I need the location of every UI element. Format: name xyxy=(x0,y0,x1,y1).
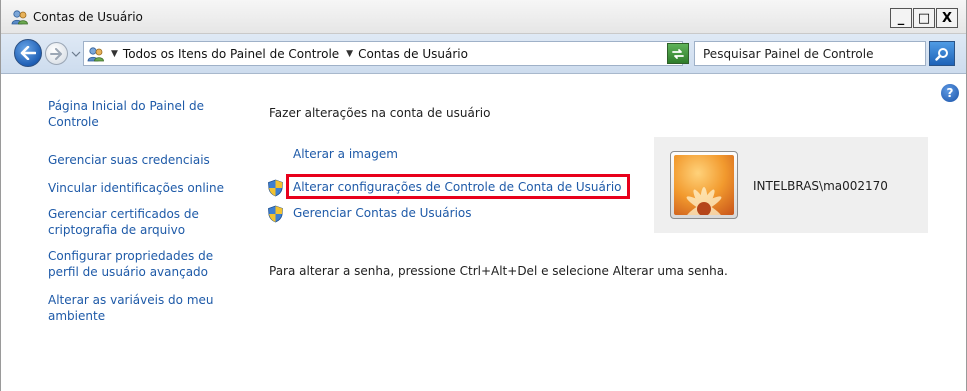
password-note: Para alterar a senha, pressione Ctrl+Alt… xyxy=(269,264,728,278)
flower-picture-icon xyxy=(674,155,734,215)
window-controls: _ □ X xyxy=(890,8,958,28)
uac-shield-icon xyxy=(268,205,283,223)
change-picture-link[interactable]: Alterar a imagem xyxy=(293,147,398,161)
search-input[interactable]: Pesquisar Painel de Controle xyxy=(694,41,926,66)
window-title: Contas de Usuário xyxy=(33,10,143,24)
breadcrumb[interactable]: ▼ Todos os Itens do Painel de Controle ▼… xyxy=(83,41,683,66)
uac-shield-icon xyxy=(268,179,283,197)
sidebar-item-link-online-ids[interactable]: Vincular identificações online xyxy=(48,180,238,196)
breadcrumb-separator-icon[interactable]: ▼ xyxy=(346,49,353,59)
highlight-box xyxy=(286,174,630,199)
search-button[interactable] xyxy=(929,41,955,66)
close-button[interactable]: X xyxy=(936,8,958,28)
page-heading: Fazer alterações na conta de usuário xyxy=(269,106,491,120)
window: Contas de Usuário _ □ X ▼ Todos os Itens… xyxy=(0,0,967,391)
sidebar-item-manage-credentials[interactable]: Gerenciar suas credenciais xyxy=(48,152,238,168)
sidebar-item-file-encryption-certificates[interactable]: Gerenciar certificados de criptografia d… xyxy=(48,206,238,238)
title-bar: Contas de Usuário _ □ X xyxy=(1,0,966,34)
minimize-button[interactable]: _ xyxy=(890,8,912,28)
user-accounts-icon xyxy=(11,10,28,25)
breadcrumb-item-all-items[interactable]: Todos os Itens do Painel de Controle xyxy=(123,47,339,61)
manage-user-accounts-link[interactable]: Gerenciar Contas de Usuários xyxy=(293,206,472,220)
sidebar-item-environment-variables[interactable]: Alterar as variáveis do meu ambiente xyxy=(48,292,238,324)
user-picture[interactable] xyxy=(670,151,738,219)
user-tile: INTELBRAS\ma002170 xyxy=(654,137,928,233)
breadcrumb-separator-icon[interactable]: ▼ xyxy=(111,49,118,59)
user-accounts-icon xyxy=(87,46,104,61)
breadcrumb-item-user-accounts[interactable]: Contas de Usuário xyxy=(358,47,468,61)
back-button[interactable] xyxy=(14,39,42,67)
help-icon[interactable]: ? xyxy=(941,84,959,102)
search-icon xyxy=(935,47,948,61)
sidebar-item-control-panel-home[interactable]: Página Inicial do Painel de Controle xyxy=(48,98,238,130)
user-name: INTELBRAS\ma002170 xyxy=(753,179,888,193)
forward-button[interactable] xyxy=(45,42,68,65)
navigation-bar: ▼ Todos os Itens do Painel de Controle ▼… xyxy=(1,34,966,74)
refresh-button[interactable] xyxy=(667,43,689,64)
recent-pages-dropdown-icon[interactable] xyxy=(71,49,81,59)
forward-arrow-icon xyxy=(50,47,62,60)
back-arrow-icon xyxy=(20,46,36,60)
refresh-icon xyxy=(672,48,684,59)
sidebar-item-advanced-profile-properties[interactable]: Configurar propriedades de perfil de usu… xyxy=(48,248,238,280)
maximize-button[interactable]: □ xyxy=(913,8,935,28)
